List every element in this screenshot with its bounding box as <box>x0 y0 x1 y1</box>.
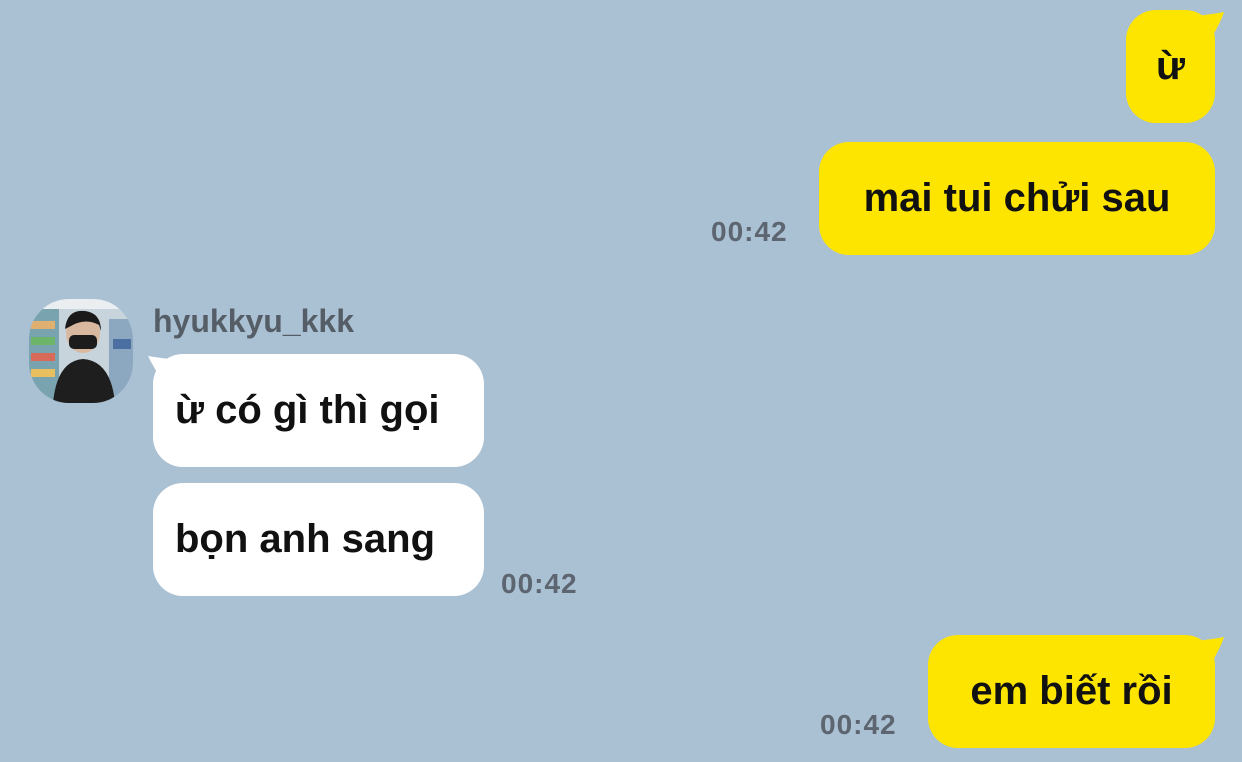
message-timestamp: 00:42 <box>820 709 897 740</box>
message-text: ừ có gì thì gọi <box>175 388 440 432</box>
message-bubble-sent[interactable]: em biết rồi <box>928 635 1215 748</box>
message-text: ừ <box>1156 44 1185 88</box>
message-bubble-sent[interactable]: ừ <box>1126 10 1215 123</box>
sender-name: hyukkyu_kkk <box>153 303 355 339</box>
message-timestamp: 00:42 <box>711 216 788 247</box>
avatar[interactable] <box>29 299 133 403</box>
message-bubble-received[interactable]: ừ có gì thì gọi <box>153 354 484 467</box>
message-bubble-received[interactable]: bọn anh sang <box>153 483 484 596</box>
avatar-photo <box>29 299 133 403</box>
message-timestamp: 00:42 <box>501 568 578 599</box>
message-bubble-sent[interactable]: mai tui chửi sau <box>819 142 1215 255</box>
message-text: mai tui chửi sau <box>863 176 1171 220</box>
message-text: em biết rồi <box>970 669 1173 713</box>
message-text: bọn anh sang <box>175 517 435 561</box>
